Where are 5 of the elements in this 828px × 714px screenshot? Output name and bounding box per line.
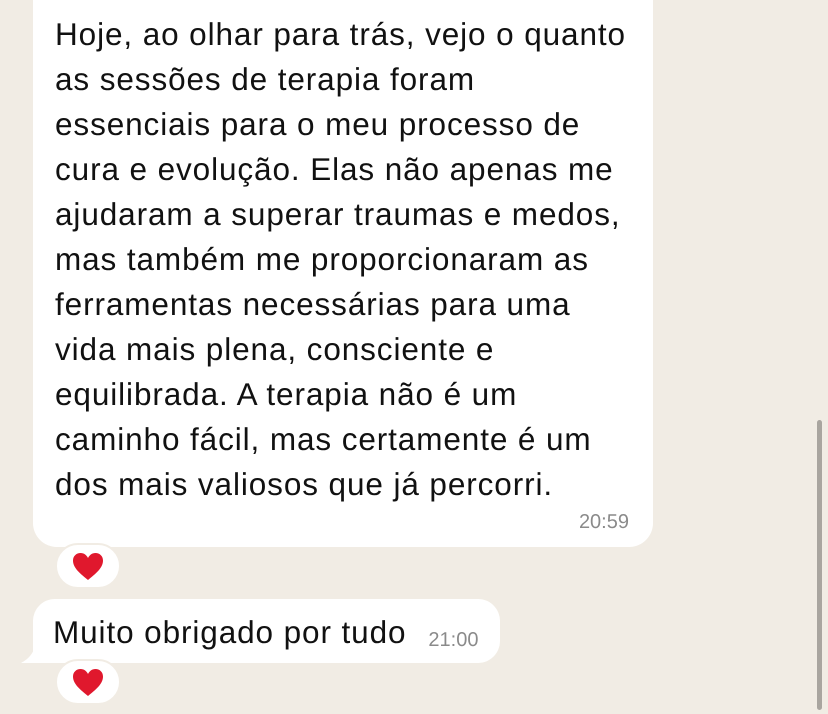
scrollbar[interactable]	[817, 420, 822, 710]
message-text: Hoje, ao olhar para trás, vejo o quanto as sessões de terapia foram essenciais para o meu processo de cura e evolução. Elas não apenas me ajudaram a superar traumas e medos, mas também me proporcionaram as ferramentas necessárias para uma vida mais plena, consciente e equilibrada. A terapia não é um caminho fácil, mas certamente é um dos mais valiosos que já percorri.	[55, 15, 627, 504]
message-text: Muito obrigado por tudo	[53, 613, 406, 651]
message-time: 21:00	[428, 628, 478, 653]
message-time: 20:59	[578, 510, 629, 535]
